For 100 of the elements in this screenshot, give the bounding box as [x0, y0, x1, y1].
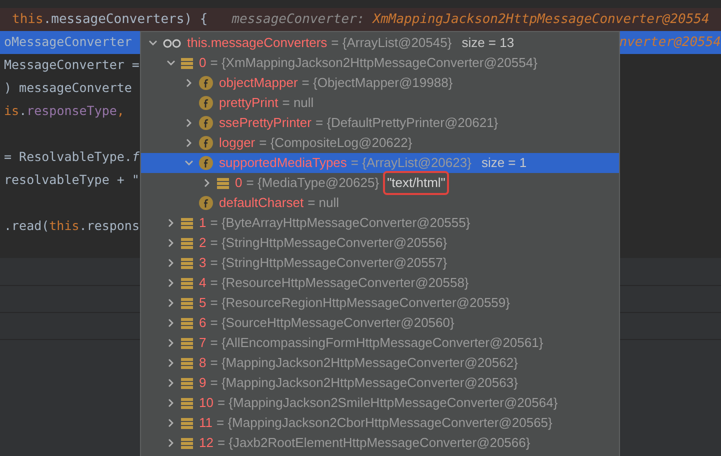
variable-name: 3 — [199, 254, 206, 272]
variable-value: = {ByteArrayHttpMessageConverter@20555} — [210, 214, 470, 232]
variable-value: = {MappingJackson2HttpMessageConverter@20562} — [210, 354, 518, 372]
list-icon — [181, 338, 193, 348]
variable-name: 2 — [199, 234, 206, 252]
code-text: ) messageConverte — [3, 79, 133, 98]
chevron-down-icon[interactable] — [184, 158, 194, 168]
tree-row[interactable]: 6 = {SourceHttpMessageConverter@20560} — [141, 313, 619, 333]
variable-name: 7 — [199, 334, 206, 352]
tree-row[interactable]: 4 = {ResourceHttpMessageConverter@20558} — [141, 273, 619, 293]
list-icon — [181, 418, 193, 428]
chevron-right-icon[interactable] — [202, 178, 212, 188]
string-value: "text/html" — [383, 171, 450, 195]
variable-name: 11 — [199, 414, 212, 432]
variable-value: = {AllEncompassingFormHttpMessageConverter@20561} — [210, 334, 544, 352]
tree-row[interactable]: 0 = {XmMappingJackson2HttpMessageConverter@20554} — [141, 53, 619, 73]
variable-name: 5 — [199, 294, 206, 312]
tree-row[interactable]: defaultCharset = null — [141, 193, 619, 213]
list-icon — [181, 438, 193, 448]
tree-row[interactable]: 1 = {ByteArrayHttpMessageConverter@20555} — [141, 213, 619, 233]
inline-value-hint: nverter@20554 — [619, 34, 721, 52]
variable-value: = null — [308, 194, 340, 212]
field-icon — [199, 196, 213, 210]
code-text: = ResolvableType.f — [3, 148, 140, 166]
variable-value: = {ResourceRegionHttpMessageConverter@20559} — [210, 294, 510, 312]
code-text: resolvableType + " — [3, 171, 140, 190]
variable-value: = {ArrayList@20545} — [331, 34, 452, 52]
tree-row[interactable]: 10 = {MappingJackson2SmileHttpMessageConverter@20564} — [141, 393, 619, 413]
field-icon — [199, 136, 213, 150]
tree-row[interactable]: supportedMediaTypes = {ArrayList@20623} size = 1 — [141, 153, 619, 173]
list-icon — [217, 178, 229, 188]
variable-value: = {SourceHttpMessageConverter@20560} — [210, 314, 454, 332]
tree-row[interactable]: 8 = {MappingJackson2HttpMessageConverter@20562} — [141, 353, 619, 373]
variable-name: 12 — [199, 434, 214, 452]
code-text: MessageConverter = — [3, 56, 140, 74]
variable-name: 0 — [199, 54, 206, 72]
list-icon — [181, 218, 193, 228]
variable-name: 6 — [199, 314, 206, 332]
variable-name: this.messageConverters — [187, 34, 328, 52]
glasses-icon — [163, 38, 181, 48]
variable-name: objectMapper — [219, 74, 298, 92]
field-icon — [199, 156, 213, 170]
list-icon — [181, 398, 193, 408]
variable-name: 4 — [199, 274, 206, 292]
variable-value: = {MediaType@20625} — [246, 174, 380, 192]
tree-row[interactable]: 12 = {Jaxb2RootElementHttpMessageConverter@20566} — [141, 433, 619, 453]
tree-row[interactable]: 11 = {MappingJackson2CborHttpMessageConverter@20565} — [141, 413, 619, 433]
field-icon — [199, 116, 213, 130]
variable-name: 9 — [199, 374, 206, 392]
field-icon — [199, 76, 213, 90]
variable-value: = {MappingJackson2CborHttpMessageConverter@20565} — [216, 414, 552, 432]
variable-name: 8 — [199, 354, 206, 372]
variable-name: 1 — [199, 214, 206, 232]
variable-name: defaultCharset — [219, 194, 304, 212]
variable-value: = {StringHttpMessageConverter@20557} — [210, 254, 448, 272]
variable-value: = null — [282, 94, 314, 112]
variable-value: = {ArrayList@20623} — [350, 154, 472, 172]
variable-value: = {MappingJackson2SmileHttpMessageConverter@20564} — [217, 394, 558, 412]
tree-row[interactable]: 2 = {StringHttpMessageConverter@20556} — [141, 233, 619, 253]
variable-value: = {Jaxb2RootElementHttpMessageConverter@20566} — [217, 434, 530, 452]
variable-value: = {CompositeLog@20622} — [259, 134, 412, 152]
tree-row[interactable]: objectMapper = {ObjectMapper@19988} — [141, 73, 619, 93]
field-icon — [199, 96, 213, 110]
variable-value: = {StringHttpMessageConverter@20556} — [210, 234, 448, 252]
tree-row[interactable]: prettyPrint = null — [141, 93, 619, 113]
tree-row[interactable]: 7 = {AllEncompassingFormHttpMessageConverter@20561} — [141, 333, 619, 353]
variable-name: logger — [219, 134, 256, 152]
size-label: size = 1 — [481, 154, 527, 172]
list-icon — [181, 318, 193, 328]
size-label: size = 13 — [462, 34, 514, 52]
variable-value: = {ResourceHttpMessageConverter@20558} — [210, 274, 469, 292]
list-icon — [181, 238, 193, 248]
list-icon — [181, 358, 193, 368]
list-icon — [181, 258, 193, 268]
code-text: this.messageConverters) { — [11, 10, 208, 29]
list-icon — [181, 378, 193, 388]
tree-row[interactable]: ssePrettyPrinter = {DefaultPrettyPrinter@20621} — [141, 113, 619, 133]
code-text: oMessageConverter — [3, 33, 133, 52]
list-icon — [181, 278, 193, 288]
variable-value: = {ObjectMapper@19988} — [302, 74, 453, 92]
tree-row[interactable]: 3 = {StringHttpMessageConverter@20557} — [141, 253, 619, 273]
variable-value: = {XmMappingJackson2HttpMessageConverter@20554} — [210, 54, 538, 72]
variable-name: 10 — [199, 394, 214, 412]
tree-row[interactable]: 0 = {MediaType@20625} "text/html" — [141, 173, 619, 193]
list-icon — [181, 58, 193, 68]
variable-name: 0 — [235, 174, 242, 192]
variable-value: = {MappingJackson2HttpMessageConverter@20563} — [210, 374, 518, 392]
tree-row[interactable]: 9 = {MappingJackson2HttpMessageConverter@20563} — [141, 373, 619, 393]
tree-row[interactable]: logger = {CompositeLog@20622} — [141, 133, 619, 153]
variable-name: supportedMediaTypes — [219, 154, 347, 172]
tree-row[interactable]: 5 = {ResourceRegionHttpMessageConverter@20559} — [141, 293, 619, 313]
chevron-right-icon[interactable] — [184, 78, 194, 88]
variable-value: = {DefaultPrettyPrinter@20621} — [315, 114, 498, 132]
tree-row[interactable]: this.messageConverters = {ArrayList@20545} size = 13 — [141, 33, 619, 53]
code-text: is.responseType, — [3, 102, 126, 120]
variable-name: prettyPrint — [219, 94, 278, 112]
inline-value-hint: messageConverter: XmMappingJackson2HttpMessageConverter@20554 — [232, 10, 710, 29]
code-text: .read(this.respons — [3, 217, 140, 236]
variable-name: ssePrettyPrinter — [219, 114, 312, 132]
list-icon — [181, 298, 193, 308]
